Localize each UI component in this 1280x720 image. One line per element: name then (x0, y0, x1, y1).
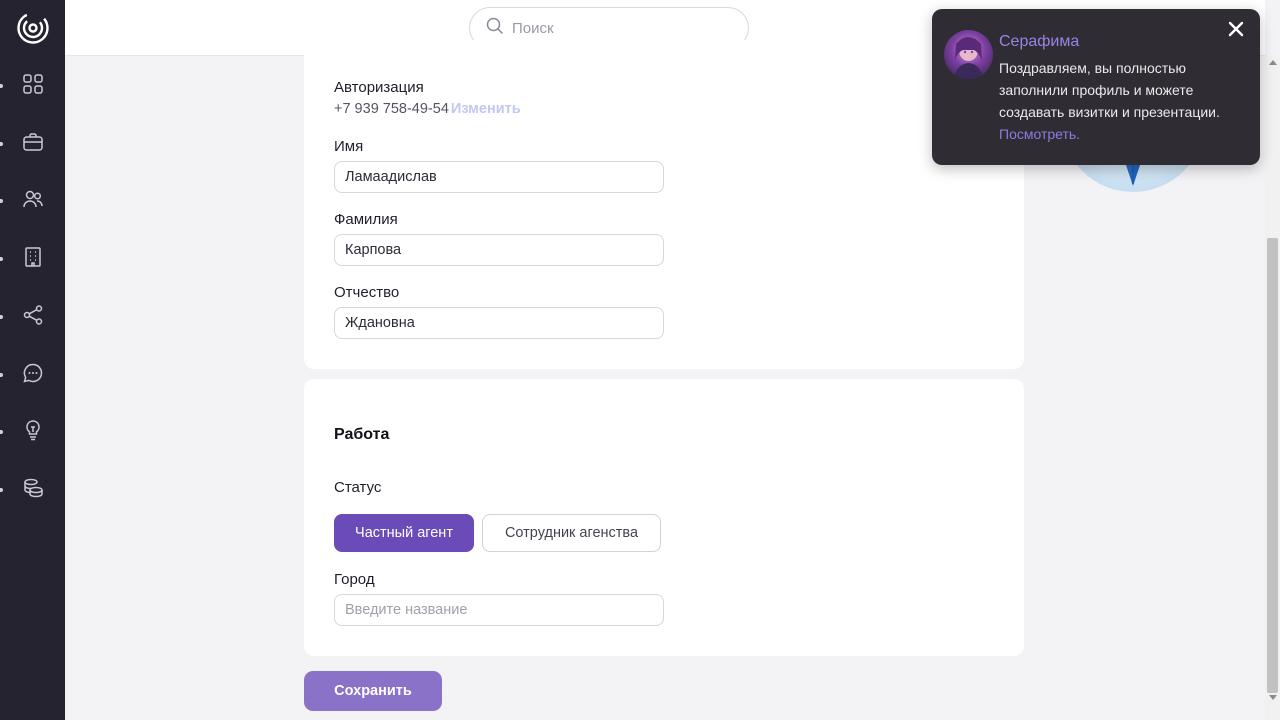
first-name-label: Имя (334, 138, 364, 155)
building-icon (22, 246, 44, 273)
status-agency-employee-button[interactable]: Сотрудник агенства (482, 514, 661, 552)
nav-indicator (0, 430, 3, 434)
database-icon (22, 477, 44, 504)
toast-message-text: Поздравляем, вы полностью заполнили проф… (999, 60, 1220, 120)
nav-indicator (0, 488, 3, 492)
sidebar-item-clients[interactable] (0, 181, 65, 221)
nav-indicator (0, 142, 3, 146)
nav-indicator (0, 257, 3, 261)
phone-number: +7 939 758-49-54 Изменить (334, 101, 521, 117)
sidebar-item-chat[interactable] (0, 355, 65, 395)
share-icon (22, 304, 44, 331)
nav-indicator (0, 373, 3, 377)
status-private-agent-button[interactable]: Частный агент (334, 514, 474, 552)
sidebar-item-share[interactable] (0, 297, 65, 337)
scroll-down-arrow-icon[interactable] (1269, 695, 1277, 700)
assistant-avatar (944, 30, 993, 79)
patronymic-label: Отчество (334, 284, 400, 301)
scroll-thumb[interactable] (1267, 238, 1278, 693)
lightbulb-icon (22, 419, 44, 446)
toast-message: Поздравляем, вы полностью заполнили проф… (999, 57, 1249, 145)
patronymic-field[interactable] (334, 307, 664, 339)
chat-icon (22, 362, 44, 389)
change-phone-link[interactable]: Изменить (451, 101, 521, 117)
notification-toast: Серафима Поздравляем, вы полностью запол… (932, 9, 1260, 165)
sidebar-item-ideas[interactable] (0, 412, 65, 452)
last-name-label: Фамилия (334, 211, 398, 228)
search-icon (486, 17, 512, 40)
close-icon[interactable] (1228, 21, 1244, 37)
logo-icon[interactable] (16, 11, 50, 45)
page-scrollbar[interactable] (1265, 56, 1280, 720)
sidebar-item-finance[interactable] (0, 470, 65, 510)
save-button[interactable]: Сохранить (304, 671, 442, 711)
sidebar-item-portfolio[interactable] (0, 124, 65, 164)
nav-indicator (0, 84, 3, 88)
status-label: Статус (334, 479, 382, 496)
city-field[interactable] (334, 594, 664, 626)
grid-icon (22, 73, 44, 100)
first-name-field[interactable] (334, 161, 664, 193)
nav-indicator (0, 199, 3, 203)
phone-value: +7 939 758-49-54 (334, 101, 449, 117)
sidebar-item-dashboard[interactable] (0, 66, 65, 106)
users-icon (22, 188, 44, 215)
city-label: Город (334, 571, 375, 588)
scroll-up-arrow-icon[interactable] (1269, 60, 1277, 65)
sidebar (0, 0, 65, 720)
nav-indicator (0, 315, 3, 319)
work-section-title: Работа (334, 426, 390, 443)
last-name-field[interactable] (334, 234, 664, 266)
toast-view-link[interactable]: Посмотреть. (999, 126, 1080, 142)
toast-sender-name: Серафима (999, 33, 1080, 50)
sidebar-item-buildings[interactable] (0, 239, 65, 279)
briefcase-icon (22, 131, 44, 158)
auth-label: Авторизация (334, 79, 424, 96)
search-input[interactable] (512, 19, 712, 37)
